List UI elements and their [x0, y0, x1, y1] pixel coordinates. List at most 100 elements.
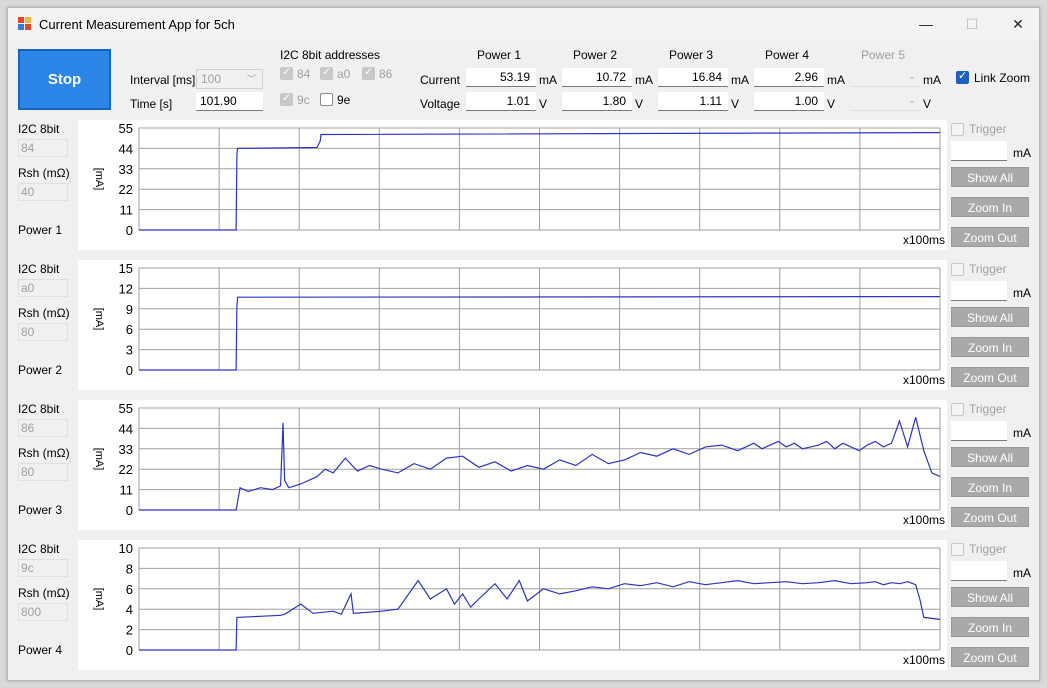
maximize-button[interactable]: ☐ — [949, 8, 995, 40]
trigger-checkbox-3[interactable] — [951, 403, 964, 416]
y-tick-label: 55 — [119, 401, 133, 416]
rsh-value-4: 800 — [18, 603, 68, 621]
address-label-86: 86 — [379, 67, 393, 81]
current-field-2[interactable]: 10.72 — [562, 68, 632, 87]
title-bar: Current Measurement App for 5ch — ☐ ✕ — [8, 8, 1039, 40]
address-label-9c: 9c — [297, 93, 310, 107]
voltage-field-3[interactable]: 1.11 — [658, 92, 728, 111]
app-icon — [18, 17, 32, 31]
time-label: Time [s] — [130, 97, 173, 111]
trigger-label-3: Trigger — [969, 402, 1007, 416]
trigger-label-1: Trigger — [969, 122, 1007, 136]
trigger-checkbox-2[interactable] — [951, 263, 964, 276]
chart-3: 55 44 33 22 11 0 [mA] x100ms — [78, 400, 947, 530]
i2c-label-3: I2C 8bit — [18, 402, 60, 416]
rsh-label-4: Rsh (mΩ) — [18, 586, 70, 600]
rsh-label-3: Rsh (mΩ) — [18, 446, 70, 460]
zoom-in-button-2[interactable]: Zoom In — [951, 337, 1029, 357]
trigger-field-1[interactable] — [951, 141, 1007, 161]
i2c-value-3: 86 — [18, 419, 68, 437]
zoom-in-button-3[interactable]: Zoom In — [951, 477, 1029, 497]
x-axis-unit: x100ms — [903, 653, 945, 667]
show-all-button-1[interactable]: Show All — [951, 167, 1029, 187]
y-tick-label: 6 — [126, 582, 133, 597]
trigger-label-4: Trigger — [969, 542, 1007, 556]
y-tick-label: 22 — [119, 182, 133, 197]
y-tick-label: 11 — [120, 203, 134, 218]
close-button[interactable]: ✕ — [995, 8, 1041, 40]
y-tick-label: 0 — [126, 223, 133, 238]
power-label-4: Power 4 — [18, 643, 63, 657]
current-unit-1: mA — [539, 73, 557, 87]
chart-svg-3: 55 44 33 22 11 0 [mA] x100ms — [93, 401, 945, 527]
current-unit-2: mA — [635, 73, 653, 87]
rsh-value-2: 80 — [18, 323, 68, 341]
app-window: Current Measurement App for 5ch — ☐ ✕ St… — [7, 7, 1040, 681]
current-field-4[interactable]: 2.96 — [754, 68, 824, 87]
i2c-value-4: 9c — [18, 559, 68, 577]
check-icon: ✓ — [322, 66, 332, 78]
voltage-field-4[interactable]: 1.00 — [754, 92, 824, 111]
y-tick-label: 0 — [126, 643, 133, 658]
zoom-out-button-3[interactable]: Zoom Out — [951, 507, 1029, 527]
interval-select[interactable]: 100 ﹀ — [196, 69, 263, 89]
current-field-1[interactable]: 53.19 — [466, 68, 536, 87]
zoom-out-button-1[interactable]: Zoom Out — [951, 227, 1029, 247]
show-all-button-3[interactable]: Show All — [951, 447, 1029, 467]
address-checkbox-86[interactable]: ✓ — [362, 66, 375, 80]
address-checkbox-9e[interactable] — [320, 93, 333, 106]
trigger-field-2[interactable] — [951, 281, 1007, 301]
address-checkbox-9c[interactable]: ✓ — [280, 92, 293, 106]
i2c-label-2: I2C 8bit — [18, 262, 60, 276]
power-label-2: Power 2 — [18, 363, 63, 377]
trigger-field-3[interactable] — [951, 421, 1007, 441]
address-checkbox-84[interactable]: ✓ — [280, 66, 293, 80]
trigger-field-4[interactable] — [951, 561, 1007, 581]
y-tick-label: 12 — [119, 281, 133, 296]
channel-header-4: Power 4 — [765, 48, 810, 62]
channel-header-1: Power 1 — [477, 48, 522, 62]
current-unit-5: mA — [923, 73, 941, 87]
power-label-1: Power 1 — [18, 223, 63, 237]
i2c-value-2: a0 — [18, 279, 68, 297]
current-field-3[interactable]: 16.84 — [658, 68, 728, 87]
trigger-unit-2: mA — [1013, 286, 1031, 300]
trigger-checkbox-4[interactable] — [951, 543, 964, 556]
channel-header-5: Power 5 — [861, 48, 906, 62]
y-tick-label: 0 — [126, 363, 133, 378]
rsh-label-2: Rsh (mΩ) — [18, 306, 70, 320]
trigger-unit-1: mA — [1013, 146, 1031, 160]
current-field-5[interactable]: - — [850, 68, 920, 87]
minimize-button[interactable]: — — [903, 8, 949, 40]
voltage-field-2[interactable]: 1.80 — [562, 92, 632, 111]
zoom-in-button-1[interactable]: Zoom In — [951, 197, 1029, 217]
y-axis-label: [mA] — [93, 308, 105, 331]
y-tick-label: 55 — [119, 121, 133, 136]
time-field[interactable]: 101.90 — [196, 92, 263, 111]
channel-header-2: Power 2 — [573, 48, 618, 62]
current-row-label: Current — [420, 73, 461, 87]
voltage-field-1[interactable]: 1.01 — [466, 92, 536, 111]
link-zoom-checkbox[interactable]: ✓ — [956, 70, 969, 84]
zoom-out-button-2[interactable]: Zoom Out — [951, 367, 1029, 387]
interval-label: Interval [ms] — [130, 73, 196, 87]
check-icon: ✓ — [282, 66, 292, 78]
voltage-row-label: Voltage — [420, 97, 461, 111]
voltage-unit-4: V — [827, 97, 836, 111]
chart-2: 15 12 9 6 3 0 [mA] x100ms — [78, 260, 947, 390]
show-all-button-4[interactable]: Show All — [951, 587, 1029, 607]
voltage-field-5[interactable]: - — [850, 92, 920, 111]
address-checkbox-a0[interactable]: ✓ — [320, 66, 333, 80]
chevron-down-icon: ﹀ — [246, 74, 256, 84]
y-tick-label: 22 — [119, 462, 133, 477]
power-label-3: Power 3 — [18, 503, 63, 517]
zoom-out-button-4[interactable]: Zoom Out — [951, 647, 1029, 667]
window-title: Current Measurement App for 5ch — [39, 17, 235, 32]
show-all-button-2[interactable]: Show All — [951, 307, 1029, 327]
zoom-in-button-4[interactable]: Zoom In — [951, 617, 1029, 637]
trigger-checkbox-1[interactable] — [951, 123, 964, 136]
stop-button[interactable]: Stop — [18, 49, 111, 110]
y-tick-label: 4 — [126, 602, 133, 617]
channel-header-3: Power 3 — [669, 48, 714, 62]
y-tick-label: 9 — [126, 302, 133, 317]
